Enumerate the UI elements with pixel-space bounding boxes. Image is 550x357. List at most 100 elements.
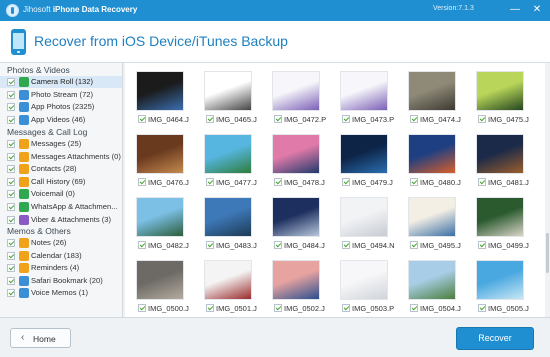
sidebar-item[interactable]: Contacts (28) [0, 163, 122, 175]
photo-filename: IMG_0503.P [352, 304, 395, 313]
sidebar-item-label: Calendar (183) [31, 250, 82, 260]
sidebar-item[interactable]: Voice Memos (1) [0, 287, 122, 299]
grid-scrollbar[interactable] [545, 63, 550, 317]
sidebar-item[interactable]: Messages (25) [0, 138, 122, 150]
call-history-icon [19, 176, 29, 187]
photo-thumbnail[interactable] [136, 134, 184, 174]
sidebar-item[interactable]: Photo Stream (72) [0, 89, 122, 101]
home-button[interactable]: ‹ Home [10, 328, 71, 348]
photo-checkbox-icon[interactable] [274, 241, 282, 249]
photo-checkbox-icon[interactable] [206, 241, 214, 249]
recover-button[interactable]: Recover [456, 327, 534, 350]
photo-thumbnail[interactable] [136, 260, 184, 300]
checkbox-icon[interactable] [7, 289, 15, 298]
photo-checkbox-icon[interactable] [138, 115, 146, 123]
sidebar-item[interactable]: WhatsApp & Attachmen... [0, 201, 122, 213]
checkbox-icon[interactable] [7, 103, 15, 112]
photo-thumbnail[interactable] [204, 134, 252, 174]
photo-checkbox-icon[interactable] [206, 178, 214, 186]
sidebar-item[interactable]: App Photos (2325) [0, 101, 122, 113]
checkbox-icon[interactable] [7, 115, 15, 124]
checkbox-icon[interactable] [7, 239, 15, 247]
photo-filename: IMG_0501.J [216, 304, 257, 313]
sidebar-item[interactable]: Calendar (183) [0, 250, 122, 262]
photo-checkbox-icon[interactable] [478, 304, 486, 312]
sidebar-item[interactable]: Notes (26) [0, 237, 122, 249]
photo-thumbnail[interactable] [204, 71, 252, 111]
sidebar-item-label: Messages Attachments (0) [31, 151, 121, 161]
photo-checkbox-icon[interactable] [342, 115, 350, 123]
photo-checkbox-icon[interactable] [478, 115, 486, 123]
photo-thumbnail[interactable] [340, 260, 388, 300]
photo-thumbnail[interactable] [340, 197, 388, 237]
photo-checkbox-icon[interactable] [478, 178, 486, 186]
checkbox-icon[interactable] [7, 177, 15, 186]
photo-thumbnail[interactable] [136, 71, 184, 111]
sidebar-item[interactable]: Camera Roll (132) [0, 76, 122, 88]
photo-checkbox-icon[interactable] [138, 178, 146, 186]
photo-checkbox-icon[interactable] [206, 304, 214, 312]
contacts-icon [19, 164, 29, 175]
photo-checkbox-icon[interactable] [410, 115, 418, 123]
sidebar-item-label: Call History (69) [31, 176, 86, 186]
photo-thumbnail[interactable] [340, 134, 388, 174]
photo-checkbox-icon[interactable] [206, 115, 214, 123]
photo-thumbnail[interactable] [408, 197, 456, 237]
photo-thumbnail[interactable] [136, 197, 184, 237]
photo-thumbnail[interactable] [204, 260, 252, 300]
photo-thumbnail[interactable] [408, 260, 456, 300]
close-icon[interactable]: ✕ [530, 3, 544, 17]
checkbox-icon[interactable] [7, 251, 15, 260]
photo-thumbnail[interactable] [476, 134, 524, 174]
photo-filename: IMG_0478.J [284, 178, 325, 187]
checkbox-icon[interactable] [7, 165, 15, 174]
sidebar-item[interactable]: Voicemail (0) [0, 188, 122, 200]
checkbox-icon[interactable] [7, 78, 15, 86]
checkbox-icon[interactable] [7, 264, 15, 273]
sidebar-item[interactable]: App Videos (46) [0, 114, 122, 126]
photo-thumbnail[interactable] [476, 71, 524, 111]
checkbox-icon[interactable] [7, 190, 15, 199]
photo-thumbnail[interactable] [204, 197, 252, 237]
sidebar-item[interactable]: Viber & Attachments (3) [0, 214, 122, 226]
photo-checkbox-icon[interactable] [410, 178, 418, 186]
photo-thumbnail[interactable] [272, 260, 320, 300]
grid-scroll-thumb[interactable] [546, 233, 549, 273]
sidebar-item[interactable]: Safari Bookmark (20) [0, 275, 122, 287]
page-header: Recover from iOS Device/iTunes Backup [0, 21, 550, 63]
checkbox-icon[interactable] [7, 140, 15, 148]
checkbox-icon[interactable] [7, 203, 15, 211]
photo-checkbox-icon[interactable] [410, 304, 418, 312]
checkbox-icon[interactable] [7, 276, 15, 285]
photo-thumbnail[interactable] [272, 134, 320, 174]
photo-checkbox-icon[interactable] [410, 241, 418, 249]
chevron-left-icon: ‹ [21, 332, 25, 343]
photo-thumbnail[interactable] [476, 197, 524, 237]
photo-checkbox-icon[interactable] [274, 304, 282, 312]
checkbox-icon[interactable] [7, 90, 15, 99]
sidebar-section-header: Messages & Call Log [7, 127, 88, 137]
checkbox-icon[interactable] [7, 152, 15, 161]
photo-thumbnail[interactable] [408, 134, 456, 174]
page-title: Recover from iOS Device/iTunes Backup [34, 33, 288, 49]
photo-thumbnail[interactable] [340, 71, 388, 111]
photo-thumbnail[interactable] [408, 71, 456, 111]
photo-filename: IMG_0482.J [148, 241, 189, 250]
photo-checkbox-icon[interactable] [274, 178, 282, 186]
photo-checkbox-icon[interactable] [342, 304, 350, 312]
sidebar-item-label: Camera Roll (132) [31, 77, 94, 86]
sidebar-item[interactable]: Reminders (4) [0, 262, 122, 274]
checkbox-icon[interactable] [7, 215, 15, 224]
photo-checkbox-icon[interactable] [342, 178, 350, 186]
photo-checkbox-icon[interactable] [138, 304, 146, 312]
photo-thumbnail[interactable] [476, 260, 524, 300]
photo-checkbox-icon[interactable] [478, 241, 486, 249]
sidebar-item[interactable]: Call History (69) [0, 176, 122, 188]
sidebar-item[interactable]: Messages Attachments (0) [0, 151, 122, 163]
photo-thumbnail[interactable] [272, 71, 320, 111]
photo-thumbnail[interactable] [272, 197, 320, 237]
minimize-icon[interactable]: — [508, 3, 522, 17]
photo-checkbox-icon[interactable] [138, 241, 146, 249]
photo-checkbox-icon[interactable] [274, 115, 282, 123]
photo-checkbox-icon[interactable] [342, 241, 350, 249]
